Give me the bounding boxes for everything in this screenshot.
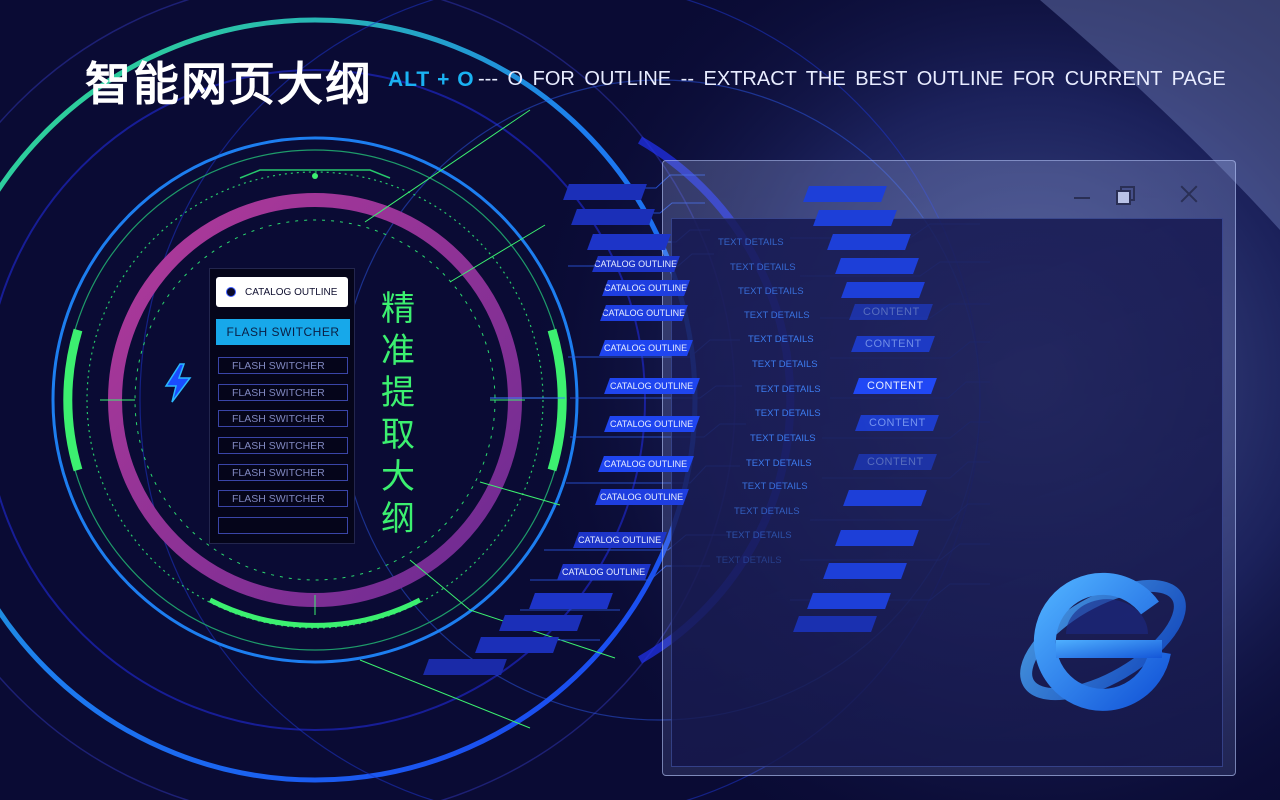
text-details-label: TEXT DETAILS bbox=[748, 334, 814, 345]
flash-switcher-item[interactable]: FLASH SWITCHER bbox=[218, 410, 348, 427]
blank-bar bbox=[807, 593, 891, 609]
catalog-outline-toggle[interactable]: CATALOG OUTLINE bbox=[216, 277, 348, 307]
blank-bar bbox=[571, 209, 655, 225]
blank-bar bbox=[835, 258, 919, 274]
content-bar: CONTENT bbox=[855, 415, 939, 431]
catalog-bar: CATALOG OUTLINE bbox=[604, 378, 700, 394]
outline-panel: CATALOG OUTLINE FLASH SWITCHER FLASH SWI… bbox=[209, 268, 355, 544]
restore-icon[interactable] bbox=[1111, 181, 1141, 207]
text-details-label: TEXT DETAILS bbox=[734, 506, 800, 517]
flash-switcher-item[interactable]: FLASH SWITCHER bbox=[218, 437, 348, 454]
vertical-caption: 精准提取大纲 bbox=[381, 289, 415, 539]
text-details-label: TEXT DETAILS bbox=[742, 481, 808, 492]
flash-switcher-item[interactable]: FLASH SWITCHER bbox=[218, 464, 348, 481]
blank-bar bbox=[835, 530, 919, 546]
blank-bar bbox=[563, 184, 647, 200]
content-bar: CONTENT bbox=[849, 304, 933, 320]
text-details-label: TEXT DETAILS bbox=[726, 530, 792, 541]
text-details-label: TEXT DETAILS bbox=[750, 433, 816, 444]
blank-bar bbox=[803, 186, 887, 202]
shortcut-label: ALT + O bbox=[388, 68, 475, 91]
flash-switcher-item[interactable]: FLASH SWITCHER bbox=[218, 357, 348, 374]
catalog-bar: CATALOG OUTLINE bbox=[595, 489, 689, 505]
catalog-bar: CATALOG OUTLINE bbox=[599, 340, 693, 356]
text-details-label: TEXT DETAILS bbox=[738, 286, 804, 297]
radio-dot-icon bbox=[226, 287, 236, 297]
blank-bar bbox=[843, 490, 927, 506]
catalog-bar: CATALOG OUTLINE bbox=[557, 564, 651, 580]
blank-bar bbox=[827, 234, 911, 250]
blank-bar bbox=[823, 563, 907, 579]
blank-bar bbox=[813, 210, 897, 226]
content-bar: CONTENT bbox=[853, 454, 937, 470]
blank-bar bbox=[529, 593, 613, 609]
text-details-label: TEXT DETAILS bbox=[730, 262, 796, 273]
blank-bar bbox=[423, 659, 507, 675]
flash-switcher-active[interactable]: FLASH SWITCHER bbox=[216, 319, 350, 345]
blank-bar bbox=[475, 637, 559, 653]
page-title: 智能网页大纲 bbox=[85, 57, 373, 111]
blank-bar bbox=[793, 616, 877, 632]
minimize-icon[interactable] bbox=[1067, 181, 1097, 207]
catalog-bar: CATALOG OUTLINE bbox=[598, 456, 694, 472]
content-bar: CONTENT bbox=[853, 378, 937, 394]
text-details-label: TEXT DETAILS bbox=[744, 310, 810, 321]
flash-switcher-item[interactable]: FLASH SWITCHER bbox=[218, 384, 348, 401]
lightning-bolt-icon bbox=[164, 363, 192, 403]
blank-bar bbox=[499, 615, 583, 631]
catalog-bar: CATALOG OUTLINE bbox=[604, 416, 700, 432]
text-details-label: TEXT DETAILS bbox=[718, 237, 784, 248]
content-bar: CONTENT bbox=[851, 336, 935, 352]
text-details-label: TEXT DETAILS bbox=[755, 408, 821, 419]
text-details-label: TEXT DETAILS bbox=[755, 384, 821, 395]
blank-bar bbox=[587, 234, 671, 250]
tagline-text: --- O FOR OUTLINE -- EXTRACT THE BEST OU… bbox=[478, 68, 1226, 90]
flash-switcher-item-empty[interactable] bbox=[218, 517, 348, 534]
catalog-bar: CATALOG OUTLINE bbox=[592, 256, 680, 272]
text-details-label: TEXT DETAILS bbox=[746, 458, 812, 469]
catalog-outline-label: CATALOG OUTLINE bbox=[245, 286, 338, 298]
catalog-bar: CATALOG OUTLINE bbox=[600, 305, 688, 321]
text-details-label: TEXT DETAILS bbox=[752, 359, 818, 370]
browser-e-logo-icon bbox=[1020, 572, 1186, 711]
text-details-label: TEXT DETAILS bbox=[716, 555, 782, 566]
blank-bar bbox=[841, 282, 925, 298]
catalog-bar: CATALOG OUTLINE bbox=[602, 280, 690, 296]
flash-switcher-item[interactable]: FLASH SWITCHER bbox=[218, 490, 348, 507]
catalog-bar: CATALOG OUTLINE bbox=[573, 532, 667, 548]
close-icon[interactable] bbox=[1174, 181, 1204, 207]
